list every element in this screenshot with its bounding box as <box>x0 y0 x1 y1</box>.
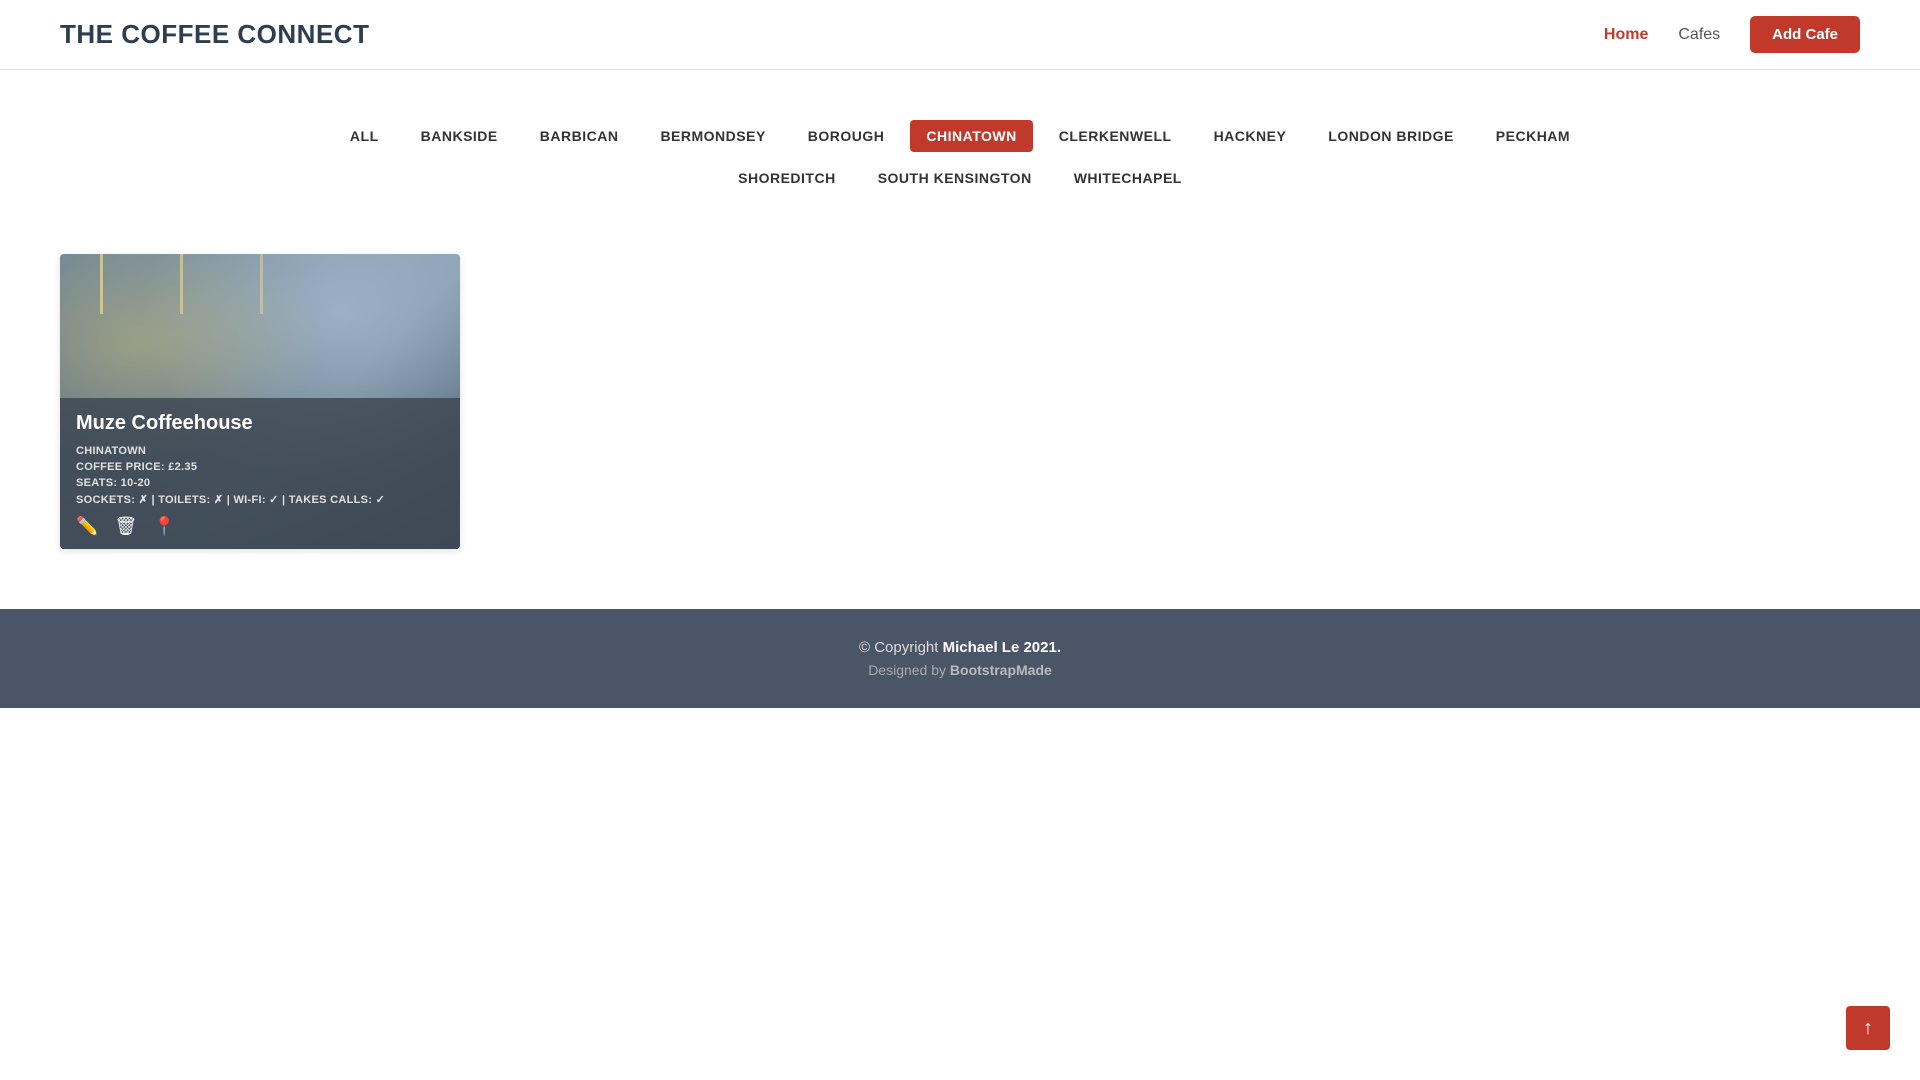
filter-section: ALL BANKSIDE BARBICAN BERMONDSEY BOROUGH CHIN… <box>0 70 1920 224</box>
card-coffee-price: COFFEE PRICE: £2.35 <box>76 461 444 473</box>
nav-home[interactable]: Home <box>1604 26 1648 44</box>
card-overlay: Muze Coffeehouse CHINATOWN COFFEE PRICE:… <box>60 398 460 549</box>
nav-cafes[interactable]: Cafes <box>1678 26 1720 44</box>
filter-btn-borough[interactable]: BOROUGH <box>792 120 901 152</box>
card-neighborhood: CHINATOWN <box>76 445 444 457</box>
footer: © Copyright Michael Le 2021. Designed by… <box>0 609 1920 708</box>
filter-btn-south-kensington[interactable]: SOUTH KENSINGTON <box>862 162 1048 194</box>
cards-section: Muze Coffeehouse CHINATOWN COFFEE PRICE:… <box>0 224 1920 609</box>
filter-btn-bermondsey[interactable]: BERMONDSEY <box>644 120 781 152</box>
filter-row-bottom: SHOREDITCH SOUTH KENSINGTON WHITECHAPEL <box>60 162 1860 194</box>
card-seats: SEATS: 10-20 <box>76 477 444 489</box>
site-title: THE COFFEE CONNECT <box>60 19 369 50</box>
card-name: Muze Coffeehouse <box>76 412 444 435</box>
filter-btn-barbican[interactable]: BARBICAN <box>524 120 635 152</box>
filter-btn-london-bridge[interactable]: LONDON BRIDGE <box>1312 120 1470 152</box>
delete-icon[interactable]: 🗑 <box>114 516 137 537</box>
location-icon[interactable]: 📍 <box>153 516 175 537</box>
filter-btn-whitechapel[interactable]: WHITECHAPEL <box>1058 162 1198 194</box>
filter-btn-peckham[interactable]: PECKHAM <box>1480 120 1586 152</box>
filter-btn-bankside[interactable]: BANKSIDE <box>405 120 514 152</box>
scroll-top-button[interactable]: ↑ <box>1846 1006 1890 1050</box>
cafe-card[interactable]: Muze Coffeehouse CHINATOWN COFFEE PRICE:… <box>60 254 460 549</box>
card-actions: ✏️ 🗑 📍 <box>76 516 444 537</box>
filter-btn-shoreditch[interactable]: SHOREDITCH <box>722 162 852 194</box>
filter-btn-all[interactable]: ALL <box>334 120 395 152</box>
add-cafe-button[interactable]: Add Cafe <box>1750 16 1860 53</box>
filter-row-top: ALL BANKSIDE BARBICAN BERMONDSEY BOROUGH CHIN… <box>60 120 1860 152</box>
footer-copyright: © Copyright Michael Le 2021. <box>20 639 1900 656</box>
filter-btn-chinatown[interactable]: CHINATOWN <box>910 120 1032 152</box>
footer-designed: Designed by BootstrapMade <box>20 662 1900 678</box>
card-features: SOCKETS: ✗ | TOILETS: ✗ | WI-FI: ✓ | TAK… <box>76 493 444 506</box>
filter-btn-hackney[interactable]: HACKNEY <box>1198 120 1303 152</box>
header: THE COFFEE CONNECT Home Cafes Add Cafe <box>0 0 1920 70</box>
main-nav: Home Cafes Add Cafe <box>1604 16 1860 53</box>
edit-icon[interactable]: ✏️ <box>76 516 98 537</box>
cards-container: Muze Coffeehouse CHINATOWN COFFEE PRICE:… <box>60 254 1860 549</box>
filter-btn-clerkenwell[interactable]: CLERKENWELL <box>1043 120 1188 152</box>
